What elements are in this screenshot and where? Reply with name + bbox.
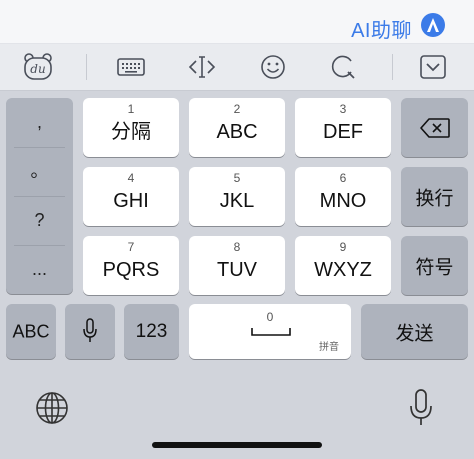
key-2-abc[interactable]: 2 ABC (189, 98, 285, 157)
key-label: PQRS (102, 259, 160, 281)
key-label: WXYZ (314, 259, 372, 281)
num123-label: 123 (135, 320, 168, 342)
key-number: 9 (339, 240, 347, 254)
key-5-jkl[interactable]: 5 JKL (189, 167, 285, 226)
send-label: 发送 (395, 323, 434, 344)
du-logo-icon[interactable]: du (22, 51, 54, 83)
key-number: 5 (233, 171, 241, 185)
abc-switch-button[interactable]: ABC (6, 304, 56, 359)
key-label: 分隔 (111, 121, 151, 143)
dictation-mic-icon[interactable] (408, 388, 434, 428)
search-icon[interactable] (327, 51, 359, 83)
key-label: GHI (113, 190, 149, 212)
ai-chat-label[interactable]: AI助聊 (351, 14, 412, 43)
symbols-button[interactable]: 符号 (401, 236, 468, 295)
home-indicator[interactable] (152, 442, 322, 448)
abc-label: ABC (12, 321, 50, 341)
ai-assistant-icon[interactable] (420, 12, 446, 38)
key-number: 6 (339, 171, 347, 185)
keyboard-icon[interactable] (115, 51, 147, 83)
emoji-icon[interactable] (257, 51, 289, 83)
space-key[interactable]: 0 拼音 (189, 304, 351, 359)
key-number: 2 (233, 102, 241, 116)
key-number: 1 (127, 102, 135, 116)
symbols-label: 符号 (415, 257, 454, 278)
key-number: 7 (127, 240, 135, 254)
key-1-separator[interactable]: 1 分隔 (83, 98, 179, 157)
key-label: TUV (217, 259, 257, 281)
key-7-pqrs[interactable]: 7 PQRS (83, 236, 179, 295)
key-number: 3 (339, 102, 347, 116)
key-number: 4 (127, 171, 135, 185)
punctuation-key-comma[interactable]: , (6, 98, 73, 147)
key-9-wxyz[interactable]: 9 WXYZ (295, 236, 391, 295)
svg-text:du: du (30, 62, 45, 76)
backspace-button[interactable] (401, 98, 468, 157)
key-number: 8 (233, 240, 241, 254)
key-3-def[interactable]: 3 DEF (295, 98, 391, 157)
key-8-tuv[interactable]: 8 TUV (189, 236, 285, 295)
punctuation-key-period[interactable]: 。 (6, 147, 73, 196)
key-label: JKL (219, 190, 255, 212)
space-bar-icon (251, 328, 291, 336)
keyboard-toolbar: du (0, 44, 474, 91)
key-6-mno[interactable]: 6 MNO (295, 167, 391, 226)
hide-keyboard-icon[interactable] (417, 51, 449, 83)
punctuation-key-ellipsis[interactable]: ... (6, 245, 73, 294)
suggestion-bar: AI助聊 (0, 10, 474, 44)
microphone-icon (83, 318, 97, 342)
cursor-move-icon[interactable] (186, 51, 218, 83)
voice-input-button[interactable] (65, 304, 115, 359)
key-label: ABC (216, 121, 258, 143)
toolbar-divider (86, 54, 87, 80)
punctuation-key-question[interactable]: ? (6, 196, 73, 245)
backspace-icon (420, 118, 450, 138)
space-number: 0 (266, 310, 274, 324)
toolbar-divider (392, 54, 393, 80)
punctuation-list: , 。 ? ... (6, 98, 73, 294)
top-strip (0, 0, 474, 10)
pinyin-label: 拼音 (319, 342, 339, 353)
key-4-ghi[interactable]: 4 GHI (83, 167, 179, 226)
send-button[interactable]: 发送 (361, 304, 468, 359)
key-label: DEF (323, 121, 363, 143)
newline-button[interactable]: 换行 (401, 167, 468, 226)
numeric-switch-button[interactable]: 123 (124, 304, 179, 359)
globe-icon[interactable] (34, 390, 70, 426)
newline-label: 换行 (415, 188, 454, 209)
key-label: MNO (319, 190, 367, 212)
